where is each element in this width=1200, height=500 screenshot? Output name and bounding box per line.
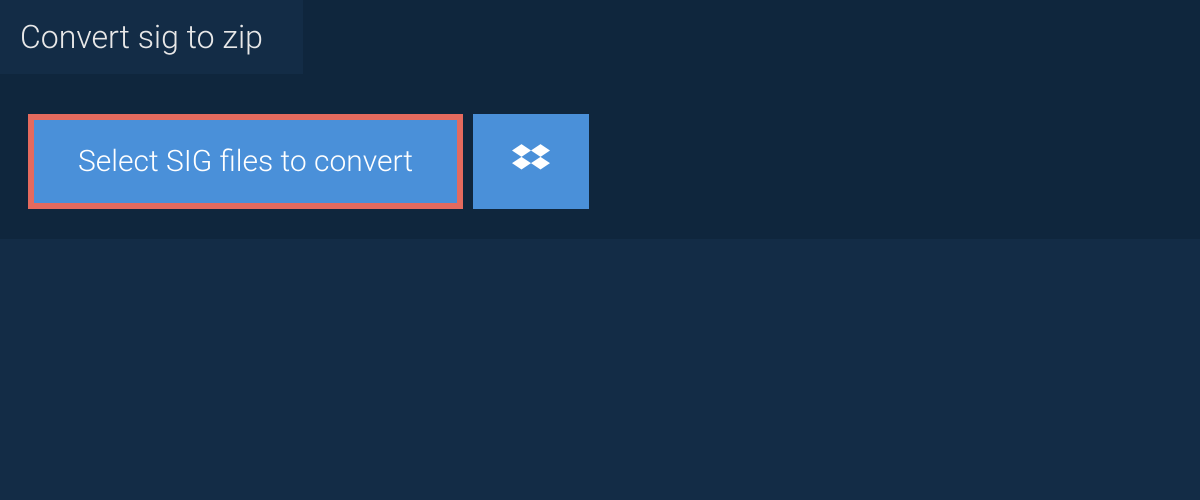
tab-label: Convert sig to zip: [20, 18, 263, 56]
select-files-label: Select SIG files to convert: [78, 144, 413, 179]
converter-panel: Convert sig to zip Select SIG files to c…: [0, 0, 1200, 239]
dropbox-button[interactable]: [473, 114, 589, 209]
select-files-button[interactable]: Select SIG files to convert: [28, 114, 463, 209]
tab-convert[interactable]: Convert sig to zip: [0, 0, 303, 74]
action-row: Select SIG files to convert: [28, 114, 1200, 209]
dropbox-icon: [512, 141, 550, 182]
